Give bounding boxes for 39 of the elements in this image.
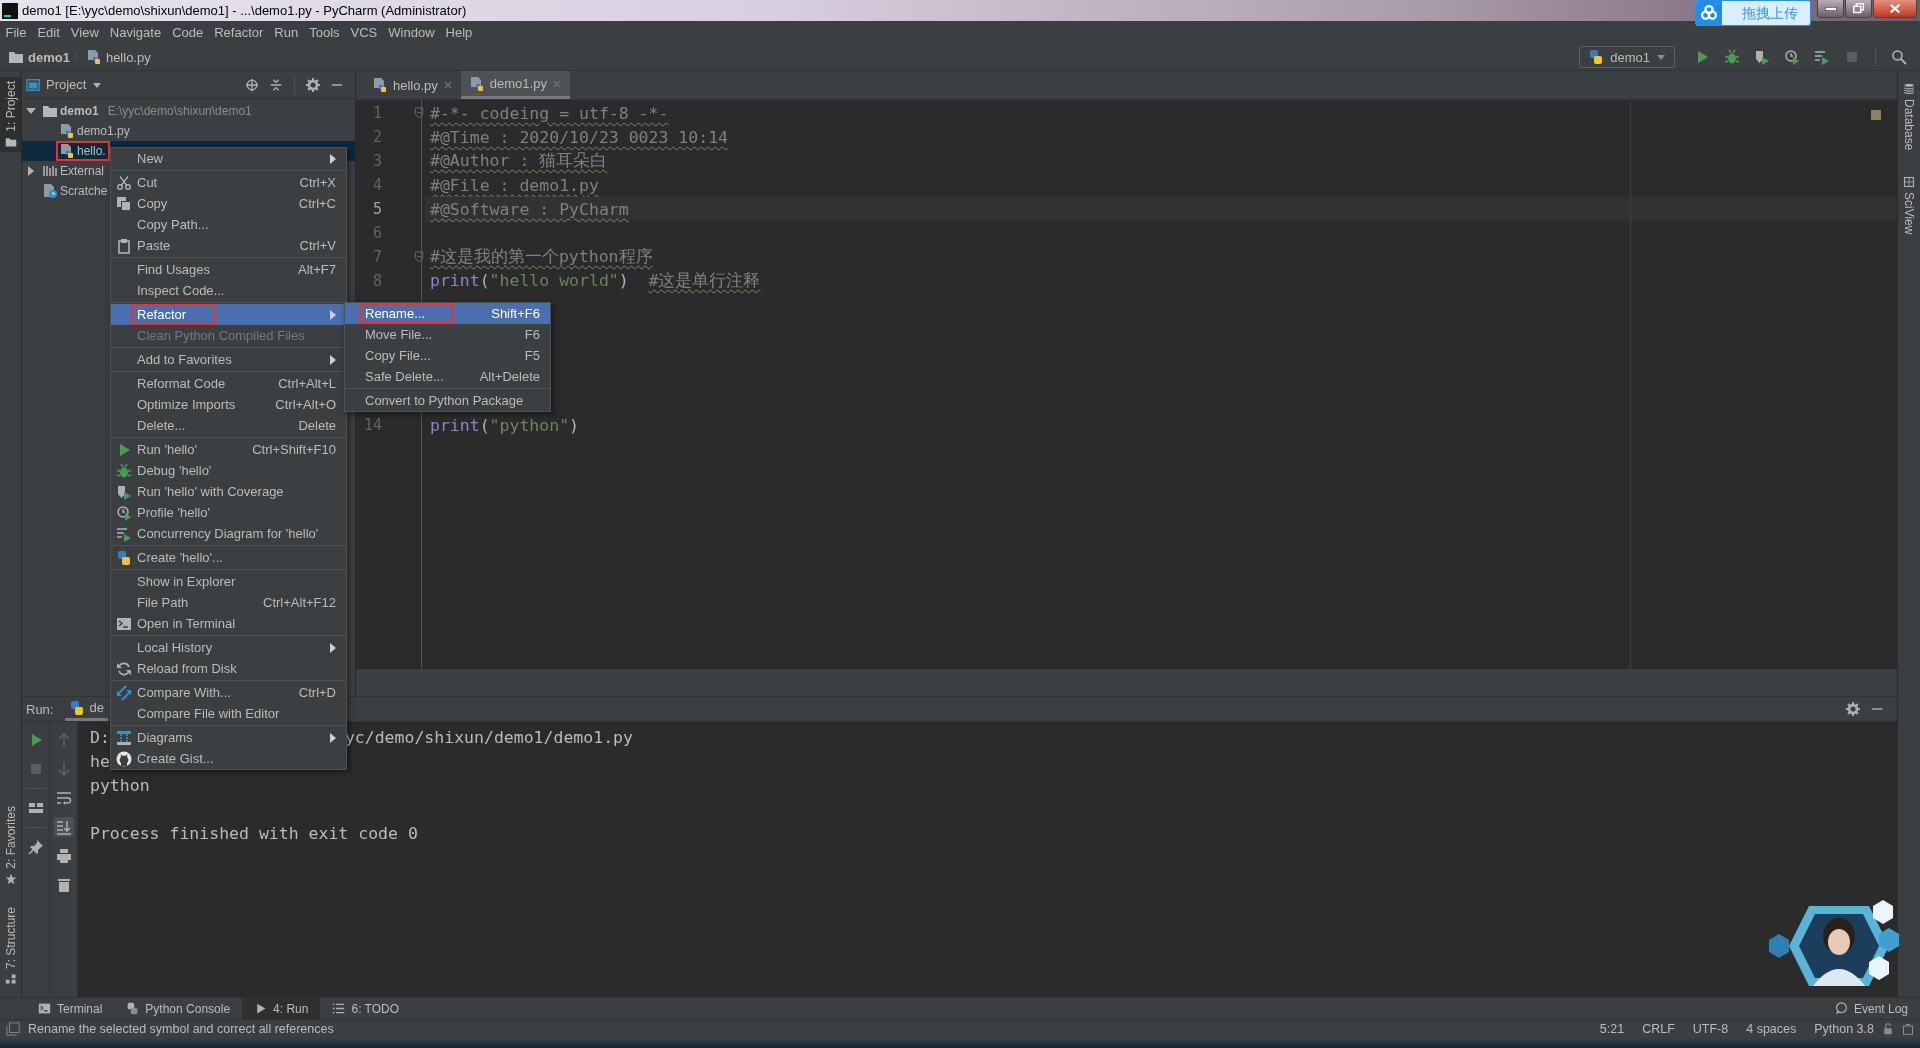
console-line: Process finished with exit code 0 [90,823,418,843]
panel-title: Run: [26,701,54,717]
shortcut-label: Ctrl+V [299,238,336,253]
console-line: he [90,751,110,771]
console-line: yc/demo/shixun/demo1/demo1.py [344,727,633,747]
shortcut-label: F5 [524,348,540,363]
line-number: 6 [371,224,382,242]
shortcut-label: Ctrl+Shift+F10 [252,442,336,457]
shortcut-label: Ctrl+Alt+F12 [263,595,336,610]
shortcut-label: F6 [524,327,540,342]
code-line: #@File : demo1.py [430,175,599,195]
shortcut-label: Alt+Delete [479,369,540,384]
code-line: print("python") [430,415,580,435]
status-message: Rename the selected symbol and correct all references [28,1022,334,1036]
shortcut-label: Delete [298,418,336,433]
window-title: demo1 [E:\yyc\demo\shixun\demo1] - ...\demo1.py - PyCharm (Administrator) [22,3,467,18]
line-number: 1 [371,104,382,122]
shortcut-label: Ctrl+C [298,196,336,211]
line-number: 7 [371,248,382,266]
console-line: D: [90,727,110,747]
line-number: 4 [371,176,382,194]
code-line: #@Software : PyCharm [430,199,629,219]
code-line: #@Author : 猫耳朵白 [430,150,608,172]
line-number: 14 [362,416,382,434]
line-number: 2 [371,128,382,146]
shortcut-label: Ctrl+X [299,175,336,190]
shortcut-label: Alt+F7 [298,262,336,277]
shortcut-label: Ctrl+Alt+O [275,397,336,412]
code-line: print("hello world") #这是单行注释 [430,270,761,292]
shortcut-label: Shift+F6 [491,306,540,321]
line-number: 8 [371,272,382,290]
code-line: #@Time : 2020/10/23 0023 10:14 [430,127,728,147]
code-line: #这是我的第一个python程序 [430,246,653,268]
console-line: python [90,775,150,795]
shortcut-label: Ctrl+D [298,685,336,700]
code-line: #-*- codeing = utf-8 -*- [430,103,669,123]
line-number: 3 [371,152,382,170]
line-number: 5 [371,200,382,218]
shortcut-label: Ctrl+Alt+L [278,376,336,391]
